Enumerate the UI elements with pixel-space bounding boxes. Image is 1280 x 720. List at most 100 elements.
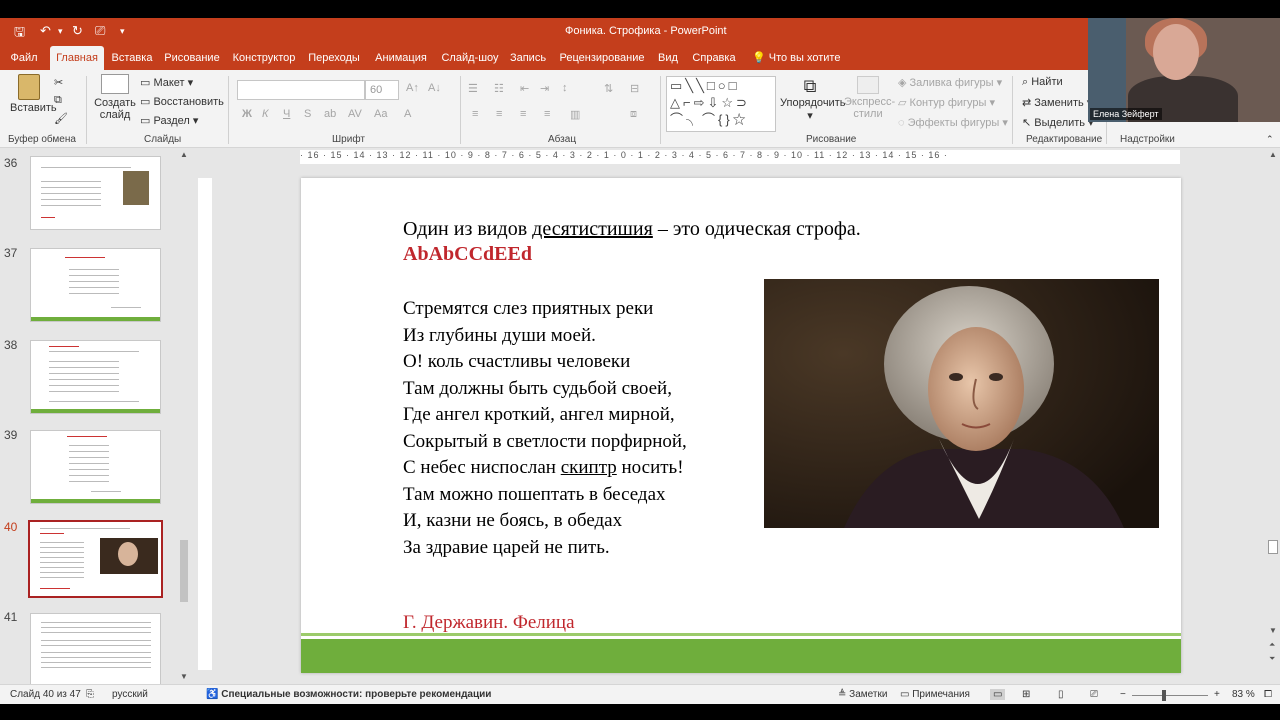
slide-thumbnail[interactable] (30, 156, 161, 230)
shape-effects-button[interactable]: ◌ Эффекты фигуры ▾ (898, 116, 1008, 129)
poem-text[interactable]: Стремятся слез приятных реки Из глубины … (403, 296, 687, 561)
tab-view[interactable]: Вид (654, 46, 682, 70)
decrease-font-icon[interactable]: A↓ (428, 82, 441, 94)
horizontal-ruler[interactable]: · 16 · 15 · 14 · 13 · 12 · 11 · 10 · 9 ·… (300, 150, 1180, 164)
reading-view-icon[interactable]: ▯ (1058, 689, 1064, 700)
customize-qa-icon[interactable]: ▾ (120, 26, 125, 37)
scroll-up-icon[interactable]: ▲ (180, 150, 188, 159)
change-case-icon[interactable]: Aa (374, 108, 387, 120)
comments-button[interactable]: ▭ Примечания (900, 689, 970, 700)
tab-home[interactable]: Главная (50, 46, 104, 70)
section-button[interactable]: ▭ Раздел ▾ (140, 114, 198, 127)
copy-icon[interactable]: ⧉ (54, 94, 62, 107)
reset-button[interactable]: ▭ Восстановить (140, 95, 224, 108)
tab-insert[interactable]: Вставка (106, 46, 158, 70)
columns-icon[interactable]: ▥ (570, 108, 580, 121)
text-direction-icon[interactable]: ⇅ (604, 82, 613, 95)
accessibility-checker[interactable]: ♿ Специальные возможности: проверьте рек… (206, 689, 491, 700)
cut-icon[interactable]: ✂ (54, 76, 63, 89)
strike-button[interactable]: S (304, 108, 311, 120)
language-indicator[interactable]: русский (112, 689, 148, 700)
slide-thumbnail[interactable] (30, 248, 161, 322)
scroll-thumb[interactable] (180, 540, 188, 602)
char-spacing-icon[interactable]: AV (348, 108, 362, 120)
tab-slideshow[interactable]: Слайд-шоу (437, 46, 503, 70)
shapes-gallery[interactable]: ▭╲╲□○□ △⌐⇨⇩☆⊃ ⌒╮⌒{}☆ (666, 76, 776, 132)
tab-draw[interactable]: Рисование (162, 46, 222, 70)
editor-scrollbar[interactable]: ▲ ▼ ⏶ ⏷ (1266, 148, 1280, 684)
shape-fill-button[interactable]: ◈ Заливка фигуры ▾ (898, 76, 1002, 89)
bullets-icon[interactable]: ☰ (468, 82, 478, 95)
present-icon[interactable]: ⎚ (95, 23, 105, 39)
slideshow-view-icon[interactable]: ⎚ (1090, 689, 1098, 700)
font-color-icon[interactable]: A (404, 108, 411, 120)
italic-button[interactable]: К (262, 108, 268, 120)
zoom-slider[interactable] (1132, 695, 1208, 696)
undo-icon[interactable]: ↶ (40, 23, 51, 39)
slide-heading[interactable]: Один из видов десятистишия – это одическ… (403, 218, 861, 241)
shadow-icon[interactable]: ab (324, 108, 336, 120)
tab-record[interactable]: Запись (506, 46, 550, 70)
undo-dropdown-icon[interactable]: ▾ (58, 26, 63, 37)
smartart-icon[interactable]: ⧈ (630, 108, 637, 121)
underline-button[interactable]: Ч (283, 108, 290, 120)
paste-button[interactable]: Вставить (10, 74, 57, 114)
tab-design[interactable]: Конструктор (228, 46, 300, 70)
normal-view-icon[interactable]: ▭ (990, 689, 1006, 700)
vertical-ruler[interactable] (198, 178, 212, 670)
arrange-button[interactable]: ⧉ Упорядочить ▾ (780, 76, 845, 122)
notes-button[interactable]: ≜ Заметки (838, 689, 887, 700)
slide-thumbnail-active[interactable] (28, 520, 163, 598)
layout-button[interactable]: ▭ Макет ▾ (140, 76, 193, 89)
scroll-up-icon[interactable]: ▲ (1269, 150, 1277, 159)
tab-animations[interactable]: Анимация (370, 46, 432, 70)
slide-thumbnail[interactable] (30, 430, 161, 504)
justify-icon[interactable]: ≡ (544, 108, 550, 120)
replace-button[interactable]: ⇄ Заменить ▾ (1022, 96, 1092, 109)
slide-thumbnail[interactable] (30, 340, 161, 414)
select-button[interactable]: ↖ Выделить ▾ (1022, 116, 1094, 129)
tab-transitions[interactable]: Переходы (304, 46, 364, 70)
font-size-box[interactable]: 60 (365, 80, 399, 100)
thumbnail-scrollbar[interactable]: ▲ ▼ (178, 148, 190, 684)
indent-increase-icon[interactable]: ⇥ (540, 82, 549, 95)
slide-sorter-icon[interactable]: ⊞ (1022, 689, 1030, 700)
tab-review[interactable]: Рецензирование (555, 46, 649, 70)
fit-slide-icon[interactable]: ⧠ (1264, 689, 1272, 700)
tell-me-search[interactable]: 💡 Что вы хотите сделать? (752, 46, 888, 88)
tab-file[interactable]: Файл (4, 46, 44, 70)
rhyme-scheme[interactable]: AbAbCCdEEd (403, 243, 532, 266)
shape-outline-button[interactable]: ▱ Контур фигуры ▾ (898, 96, 995, 109)
zoom-slider-thumb[interactable] (1162, 690, 1166, 701)
slide-canvas[interactable]: Один из видов десятистишия – это одическ… (301, 178, 1181, 673)
numbering-icon[interactable]: ☷ (494, 82, 504, 95)
next-slide-icon[interactable]: ⏷ (1269, 654, 1275, 664)
redo-icon[interactable]: ↻ (72, 23, 83, 39)
align-left-icon[interactable]: ≡ (472, 108, 478, 120)
align-text-icon[interactable]: ⊟ (630, 82, 639, 95)
indent-decrease-icon[interactable]: ⇤ (520, 82, 529, 95)
previous-slide-icon[interactable]: ⏶ (1269, 640, 1275, 650)
quick-styles-button[interactable]: Экспресс-стили (844, 76, 895, 120)
increase-font-icon[interactable]: A↑ (406, 82, 419, 94)
new-slide-button[interactable]: Создать слайд (94, 74, 136, 121)
slide-thumbnail[interactable] (30, 613, 161, 685)
portrait-image[interactable] (764, 279, 1159, 528)
tab-help[interactable]: Справка (688, 46, 740, 70)
line-spacing-icon[interactable]: ↕ (562, 82, 568, 94)
align-center-icon[interactable]: ≡ (496, 108, 502, 120)
scroll-thumb[interactable] (1268, 540, 1278, 554)
zoom-in-button[interactable]: + (1214, 689, 1220, 700)
zoom-out-button[interactable]: − (1120, 689, 1126, 700)
spellcheck-icon[interactable]: ⎘ (86, 689, 94, 700)
font-name-box[interactable] (237, 80, 365, 100)
collapse-ribbon-icon[interactable]: ⌃ (1266, 134, 1274, 145)
find-button[interactable]: ⌕ Найти (1022, 76, 1063, 89)
scroll-down-icon[interactable]: ▼ (1269, 626, 1277, 635)
poem-author[interactable]: Г. Державин. Фелица (403, 612, 575, 634)
scroll-down-icon[interactable]: ▼ (180, 672, 188, 681)
align-right-icon[interactable]: ≡ (520, 108, 526, 120)
format-painter-icon[interactable]: 🖌 (54, 112, 68, 125)
save-icon[interactable]: 🖫 (14, 23, 25, 45)
bold-button[interactable]: Ж (242, 108, 252, 120)
